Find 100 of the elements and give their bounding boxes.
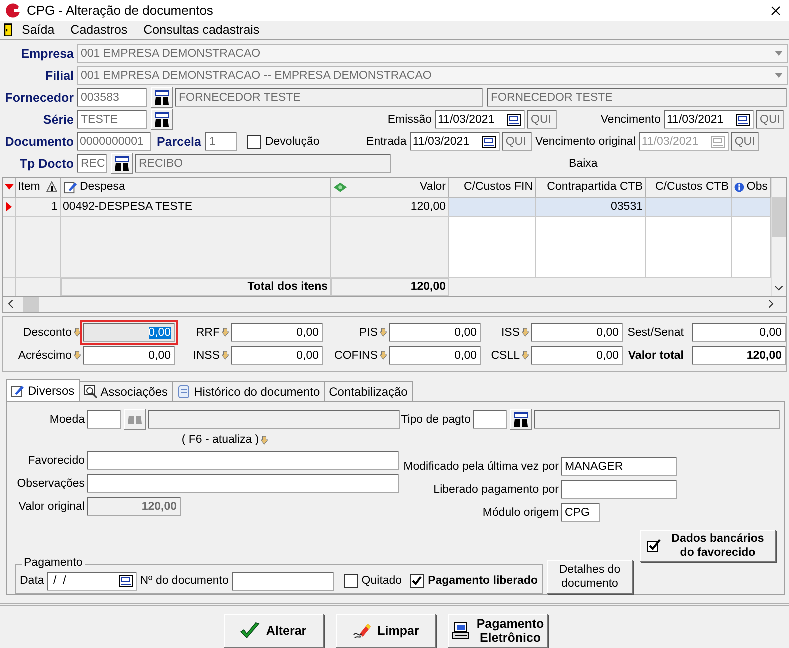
close-icon[interactable] (771, 6, 781, 16)
down-arrow-icon[interactable] (261, 436, 268, 444)
scroll-thumb[interactable] (772, 196, 786, 237)
field-label: Vencimento original (535, 136, 636, 148)
dropdown-arrow-icon (775, 51, 783, 56)
calendar-icon[interactable] (119, 575, 134, 587)
down-arrow-icon[interactable] (222, 328, 229, 337)
input-field[interactable]: MANAGER (561, 457, 677, 476)
input-field[interactable]: 1 (205, 132, 238, 152)
field-label: Nº do documento (140, 575, 229, 587)
input-field[interactable] (561, 480, 677, 499)
down-arrow-icon[interactable] (380, 351, 387, 360)
checkbox-label: Quitado (362, 575, 402, 587)
sort-icon[interactable] (46, 181, 58, 194)
down-arrow-icon[interactable] (74, 351, 81, 360)
column-header[interactable]: Item (18, 181, 40, 194)
weekday-field: QUI (527, 110, 557, 130)
input-field: FORNECEDOR TESTE (175, 88, 483, 108)
field-label: Desconto (23, 326, 72, 338)
tab[interactable]: Histórico do documento (172, 381, 326, 401)
down-arrow-icon[interactable] (522, 328, 529, 337)
input-field[interactable]: 0000000001 (77, 132, 151, 152)
lookup-button[interactable] (151, 109, 173, 130)
field-label: Tp Docto (18, 156, 75, 171)
horizontal-scrollbar[interactable] (2, 296, 787, 313)
amount-field[interactable]: 0,00 (531, 323, 623, 342)
dropdown-arrow-icon[interactable] (4, 184, 14, 190)
field-label: Filial (44, 68, 75, 83)
field-label: Fornecedor (4, 90, 75, 105)
tab[interactable]: Associações (78, 381, 174, 401)
checkbox-label: Devolução (265, 136, 320, 148)
field-label: Módulo origem (482, 506, 560, 518)
down-arrow-icon[interactable] (74, 328, 81, 337)
table-cell: 00492-DESPESA TESTE (63, 200, 193, 213)
column-header[interactable]: Obs (746, 181, 768, 194)
menu-item[interactable]: Saída (22, 23, 55, 38)
scroll-down-icon[interactable] (775, 286, 783, 291)
row-pointer-icon (6, 202, 12, 212)
input-field[interactable] (473, 410, 507, 429)
dropdown-arrow-icon (775, 73, 783, 78)
document-details-button[interactable]: Detalhes do documento (547, 560, 633, 594)
input-field[interactable]: CPG (561, 503, 600, 522)
date-field[interactable]: 11/03/2021 (435, 110, 525, 130)
date-field[interactable]: 11/03/2021 (664, 110, 754, 130)
scroll-right-icon[interactable] (769, 300, 774, 308)
tab[interactable]: Contabilização (324, 381, 413, 401)
column-header[interactable]: C/Custos FIN (464, 181, 533, 194)
amount-field[interactable]: 0,00 (692, 323, 786, 342)
calendar-icon[interactable] (736, 114, 750, 126)
lookup-button[interactable] (111, 153, 133, 174)
column-header[interactable]: C/Custos CTB (656, 181, 729, 194)
tab[interactable]: Diversos (6, 379, 80, 401)
column-header[interactable]: Contrapartida CTB (547, 181, 643, 194)
amount-field[interactable]: 0,00 (231, 346, 323, 365)
computer-icon (450, 622, 471, 640)
amount-field[interactable]: 0,00 (389, 323, 481, 342)
scroll-left-icon[interactable] (8, 300, 13, 308)
checkbox[interactable] (344, 574, 358, 588)
amount-field[interactable]: 120,00 (692, 346, 786, 365)
amount-field[interactable]: 0,00 (389, 346, 481, 365)
scroll-thumb[interactable] (23, 296, 39, 312)
amount-field[interactable]: 0,00 (531, 346, 623, 365)
down-arrow-icon[interactable] (522, 351, 529, 360)
field-label: Documento (4, 134, 75, 149)
lookup-button[interactable] (510, 409, 532, 430)
menu-item[interactable]: Consultas cadastrais (144, 23, 260, 38)
action-button[interactable]: Alterar (224, 614, 324, 648)
input-field[interactable]: REC (77, 154, 107, 174)
action-button[interactable]: Pagamento Eletrônico (448, 614, 548, 648)
input-field[interactable] (232, 572, 334, 590)
company-dropdown[interactable]: 001 EMPRESA DEMONSTRACAO (77, 44, 788, 64)
input-field[interactable]: 003583 (77, 88, 147, 108)
checkbox-label: Pagamento liberado (428, 575, 538, 587)
amount-field[interactable]: 0,00 (231, 323, 323, 342)
vertical-scrollbar[interactable] (771, 178, 786, 296)
amount-field[interactable]: 0,00 (83, 346, 175, 365)
input-field[interactable] (87, 451, 399, 470)
down-arrow-icon[interactable] (380, 328, 387, 337)
date-field[interactable]: 11/03/2021 (410, 132, 500, 152)
table-row[interactable]: 1 00492-DESPESA TESTE 120,00 03531 (3, 198, 771, 217)
lookup-button[interactable] (151, 87, 173, 108)
bank-details-button[interactable]: Dados bancários do favorecido (640, 530, 776, 562)
input-field[interactable] (87, 474, 399, 493)
door-icon[interactable] (4, 23, 12, 38)
menu-item[interactable]: Cadastros (70, 23, 128, 38)
input-field[interactable]: TESTE (77, 110, 147, 130)
branch-dropdown[interactable]: 001 EMPRESA DEMONSTRACAO -- EMPRESA DEMONSTRACAO (77, 66, 788, 86)
calendar-icon[interactable] (507, 114, 521, 126)
input-field[interactable] (87, 410, 121, 429)
calendar-icon[interactable] (482, 136, 496, 148)
checkbox-icon (647, 539, 661, 553)
column-header[interactable]: Despesa (80, 181, 126, 194)
checkbox[interactable] (410, 574, 424, 588)
checkbox[interactable] (247, 134, 262, 149)
down-arrow-icon[interactable] (222, 351, 229, 360)
amount-field[interactable]: 0,00 (83, 323, 175, 342)
column-header[interactable]: Valor (420, 181, 446, 194)
date-field[interactable]: / / (47, 572, 138, 590)
action-button[interactable]: Limpar (336, 614, 436, 648)
field-label: Entrada (366, 136, 407, 148)
